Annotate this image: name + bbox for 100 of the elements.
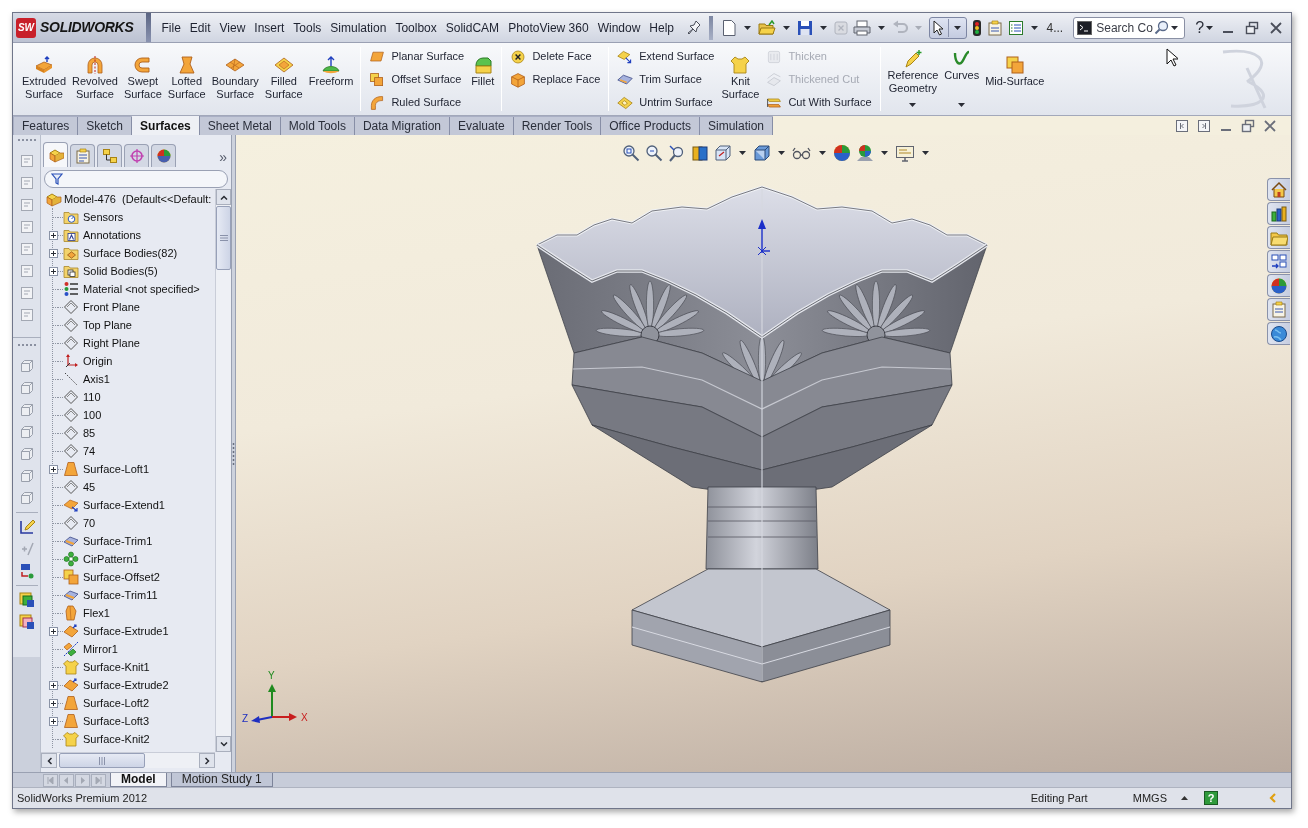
menu-item[interactable]: Insert bbox=[249, 18, 289, 37]
ribbon-button[interactable]: Swept Surface bbox=[120, 43, 165, 113]
tree-item[interactable]: 45 bbox=[83, 478, 96, 496]
restore-icon[interactable] bbox=[1241, 118, 1255, 133]
ribbon-button[interactable]: Cut With Surface bbox=[764, 91, 874, 114]
search-icon[interactable] bbox=[1154, 20, 1170, 35]
menu-item[interactable]: SolidCAM bbox=[441, 18, 504, 37]
caret-down-icon[interactable] bbox=[782, 25, 790, 30]
scene-icon[interactable] bbox=[856, 144, 874, 162]
expand-plus-icon[interactable] bbox=[48, 464, 58, 474]
caret-down-icon[interactable] bbox=[1171, 25, 1179, 30]
move-entities-icon[interactable] bbox=[18, 563, 35, 579]
caret-down-icon[interactable] bbox=[922, 151, 929, 155]
caret-down-icon[interactable] bbox=[958, 103, 966, 107]
panel-tab[interactable] bbox=[43, 142, 68, 167]
tree-item[interactable]: Flex1 bbox=[83, 604, 110, 622]
layer-icon[interactable] bbox=[18, 592, 35, 608]
tree-item[interactable]: Sensors bbox=[83, 208, 124, 226]
menu-item[interactable]: Toolbox bbox=[390, 18, 442, 37]
expand-plus-icon[interactable] bbox=[48, 716, 58, 726]
tree-item[interactable]: Surface-Extrude2 bbox=[83, 676, 169, 694]
tile-left-icon[interactable] bbox=[1175, 118, 1189, 133]
ribbon-button[interactable]: Freeform bbox=[305, 43, 357, 113]
help-button[interactable]: ? bbox=[1195, 19, 1205, 36]
tree-item[interactable]: 85 bbox=[83, 424, 96, 442]
printer-icon[interactable] bbox=[852, 19, 871, 36]
select-button[interactable] bbox=[928, 16, 967, 39]
tree-item[interactable]: Surface-Loft3 bbox=[83, 712, 150, 730]
expand-plus-icon[interactable] bbox=[48, 266, 58, 276]
scrollbar-thumb[interactable] bbox=[59, 753, 145, 768]
ribbon-button[interactable]: Fillet bbox=[468, 43, 498, 113]
command-tab[interactable]: Sketch bbox=[78, 117, 133, 135]
tree-item[interactable]: CirPattern1 bbox=[83, 550, 139, 568]
appearance-ball-icon[interactable] bbox=[833, 144, 851, 162]
tree-item[interactable]: 100 bbox=[83, 406, 102, 424]
horizontal-scrollbar[interactable] bbox=[41, 752, 215, 768]
blank-page-icon[interactable] bbox=[720, 18, 737, 37]
task-pane-tab[interactable] bbox=[1267, 298, 1290, 321]
caret-down-icon[interactable] bbox=[909, 103, 917, 107]
expand-plus-icon[interactable] bbox=[48, 698, 58, 708]
ribbon-button[interactable]: Ruled Surface bbox=[367, 91, 467, 114]
tree-item[interactable]: Surface-Loft1 bbox=[83, 460, 150, 478]
menu-item[interactable]: Simulation bbox=[325, 18, 391, 37]
caret-down-icon[interactable] bbox=[819, 151, 826, 155]
caret-down-icon[interactable] bbox=[819, 25, 827, 30]
tree-item[interactable]: Solid Bodies(5) bbox=[83, 262, 158, 280]
ribbon-button[interactable]: Replace Face bbox=[508, 68, 603, 91]
caret-down-icon[interactable] bbox=[1206, 25, 1214, 30]
panel-tab[interactable] bbox=[97, 144, 122, 167]
tree-item[interactable]: Axis1 bbox=[83, 370, 110, 388]
scrollbar-thumb[interactable] bbox=[216, 206, 231, 270]
caret-down-icon[interactable] bbox=[778, 151, 785, 155]
tree-item[interactable]: Surface-Offset2 bbox=[83, 568, 160, 586]
tree-item[interactable]: Surface-Extrude1 bbox=[83, 622, 169, 640]
ribbon-button[interactable]: Reference Geometry bbox=[884, 43, 942, 113]
menu-item[interactable]: PhotoView 360 bbox=[503, 18, 594, 37]
command-tab[interactable]: Features bbox=[14, 117, 79, 135]
command-tab[interactable]: Office Products bbox=[601, 117, 700, 135]
sketch-pencil-icon[interactable] bbox=[18, 519, 35, 535]
task-pane-tab[interactable] bbox=[1267, 250, 1290, 273]
tree-item[interactable]: Material <not specified> bbox=[83, 280, 200, 298]
command-tab[interactable]: Render Tools bbox=[513, 117, 602, 135]
ribbon-button[interactable]: Untrim Surface bbox=[615, 91, 717, 114]
panel-tab[interactable] bbox=[124, 144, 149, 167]
view-orientation-icon[interactable] bbox=[714, 144, 732, 162]
caret-down-icon[interactable] bbox=[877, 25, 885, 30]
ribbon-button[interactable]: Boundary Surface bbox=[208, 43, 262, 113]
glasses-icon[interactable] bbox=[792, 145, 812, 161]
splitter-grip-icon[interactable] bbox=[232, 440, 235, 467]
previous-view-icon[interactable] bbox=[668, 144, 686, 162]
command-tab[interactable]: Mold Tools bbox=[280, 117, 355, 135]
tree-item[interactable]: Annotations bbox=[83, 226, 142, 244]
task-pane-tab[interactable] bbox=[1267, 178, 1290, 201]
clipboard-check-icon[interactable] bbox=[986, 19, 1003, 36]
caret-down-icon[interactable] bbox=[881, 151, 888, 155]
tree-item[interactable]: Top Plane bbox=[83, 316, 132, 334]
pin-icon[interactable] bbox=[686, 19, 701, 36]
ribbon-button[interactable]: Revolved Surface bbox=[69, 43, 121, 113]
ribbon-button[interactable]: Knit Surface bbox=[718, 43, 763, 113]
search-input[interactable]: Search Co bbox=[1096, 18, 1155, 37]
menu-item[interactable]: Help bbox=[644, 18, 679, 37]
tree-item[interactable]: Surface-Knit2 bbox=[83, 730, 150, 748]
tree-item[interactable]: Right Plane bbox=[83, 334, 140, 352]
ribbon-button[interactable]: Mid-Surface bbox=[982, 43, 1048, 113]
scroll-up-button[interactable] bbox=[216, 189, 231, 205]
menu-item[interactable]: File bbox=[157, 18, 186, 37]
close-icon[interactable] bbox=[1269, 20, 1283, 35]
close-icon[interactable] bbox=[1263, 118, 1277, 133]
ribbon-button[interactable]: Planar Surface bbox=[367, 45, 467, 68]
tree-item[interactable]: Surface Bodies(82) bbox=[83, 244, 178, 262]
tree-item[interactable]: Front Plane bbox=[83, 298, 140, 316]
tree-item[interactable]: Model-476 (Default<<Default: bbox=[64, 190, 212, 208]
display-style-icon[interactable] bbox=[753, 144, 771, 162]
scroll-right-button[interactable] bbox=[199, 753, 215, 768]
task-pane-tab[interactable] bbox=[1267, 274, 1290, 297]
ribbon-button[interactable]: Extend Surface bbox=[615, 45, 717, 68]
expand-plus-icon[interactable] bbox=[48, 248, 58, 258]
vertical-scrollbar[interactable] bbox=[215, 189, 231, 752]
expand-plus-icon[interactable] bbox=[48, 230, 58, 240]
units-button[interactable]: MMGS bbox=[1132, 789, 1167, 807]
